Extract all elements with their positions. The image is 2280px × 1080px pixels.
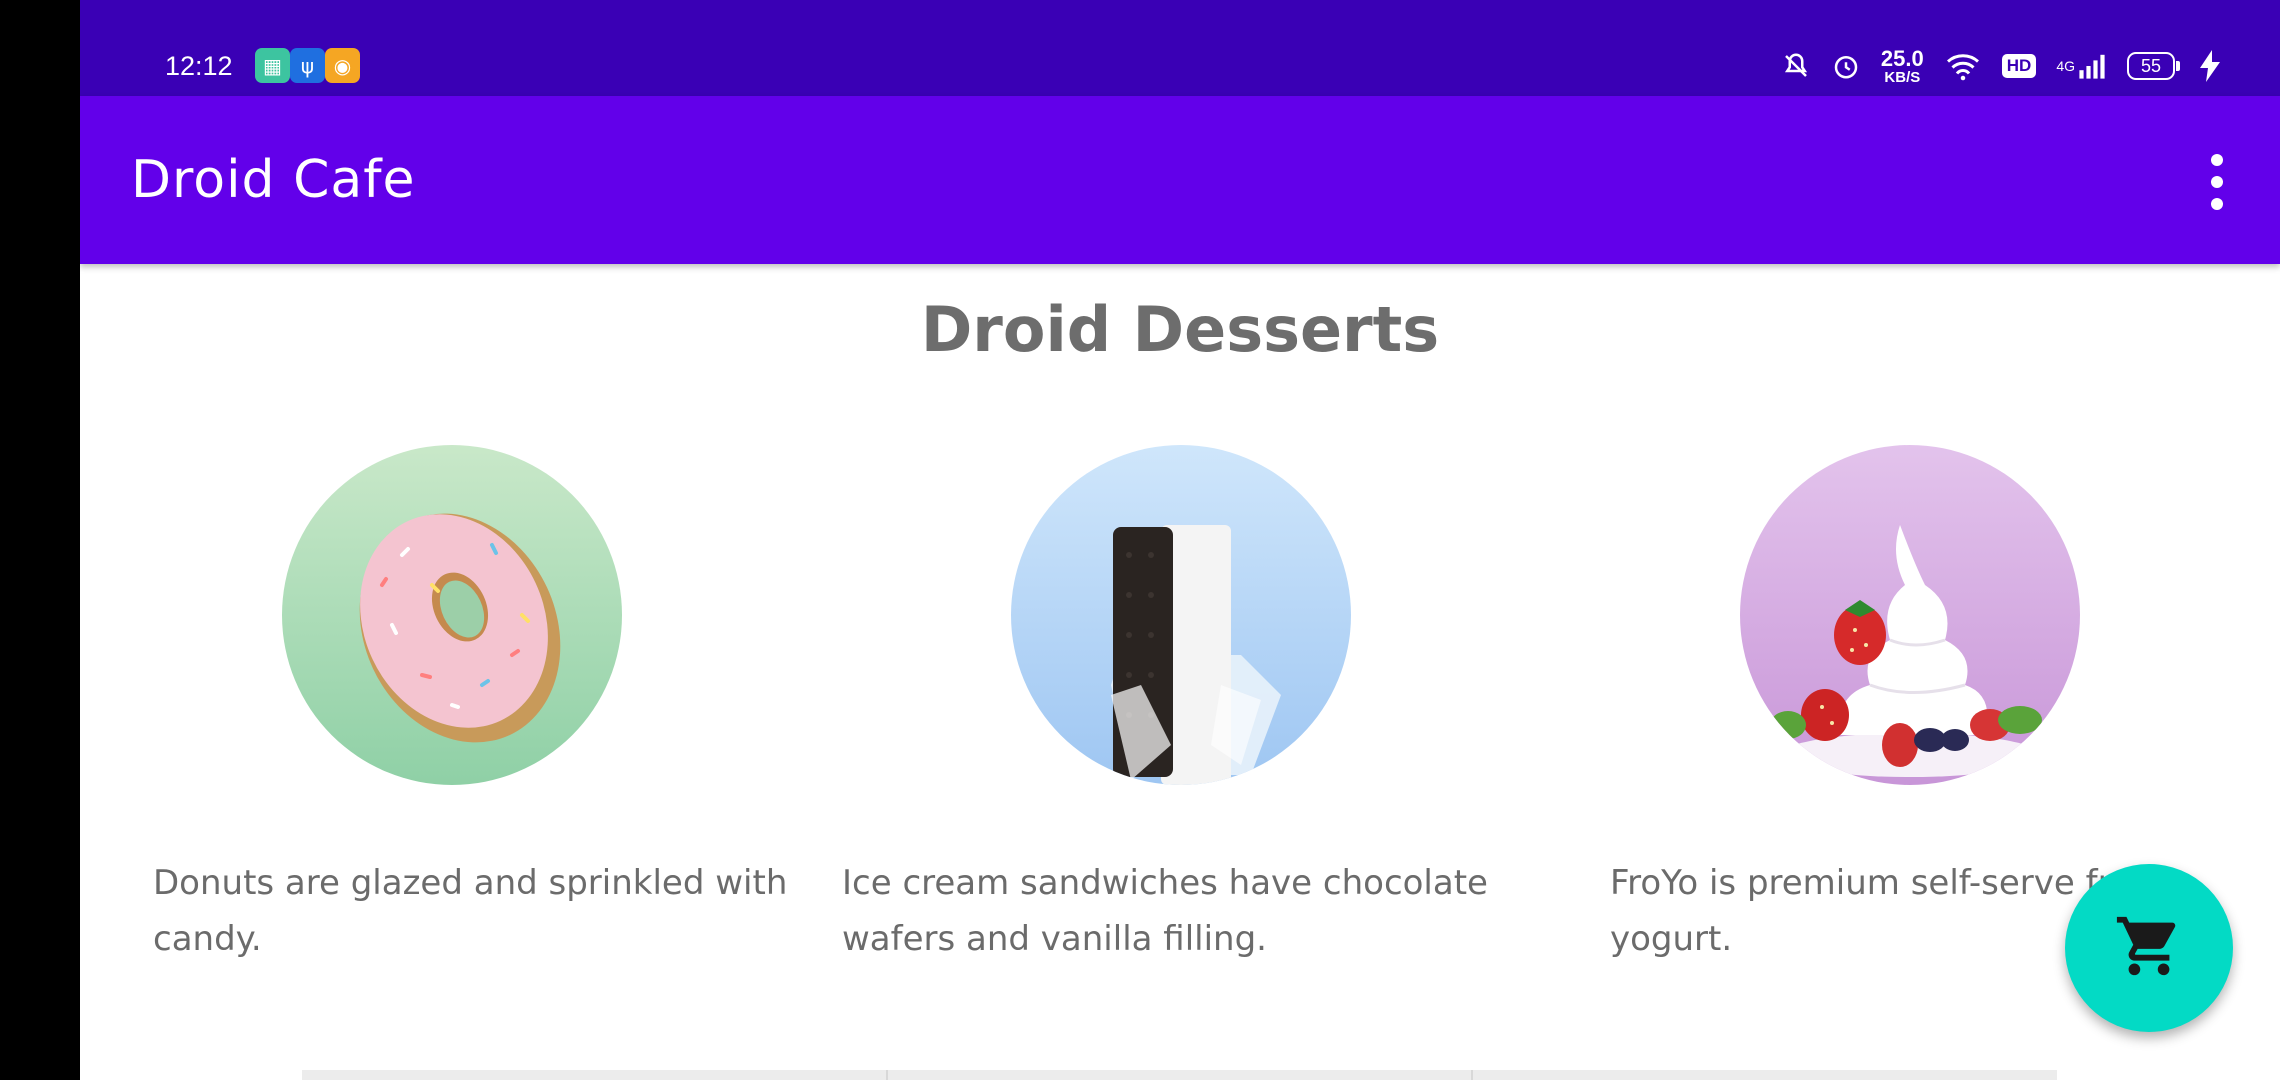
wifi-icon bbox=[1944, 51, 1982, 81]
ice-cream-sandwich-description: Ice cream sandwiches have chocolate wafe… bbox=[842, 863, 1488, 959]
overflow-menu-icon[interactable] bbox=[2202, 154, 2232, 210]
cat-app-icon: ◉ bbox=[325, 48, 360, 83]
bottom-item bbox=[888, 1070, 1474, 1080]
status-time: 12:12 bbox=[165, 51, 233, 81]
cell-signal-icon: 4G bbox=[2056, 52, 2107, 80]
network-speed: 25.0 KB/S bbox=[1880, 45, 1924, 86]
ice-cream-sandwich-image[interactable] bbox=[1011, 445, 1351, 785]
alarm-icon bbox=[1831, 51, 1861, 81]
status-bar: 12:12 ▦ ψ ◉ 25.0 KB/S HD 4G 55 bbox=[80, 0, 2280, 96]
usb-icon: ψ bbox=[290, 48, 325, 83]
page-title: Droid Desserts bbox=[920, 293, 1440, 366]
mute-bell-icon bbox=[1781, 51, 1811, 81]
donut-image[interactable] bbox=[282, 445, 622, 785]
hd-badge: HD bbox=[2001, 54, 2037, 78]
bottom-items-row bbox=[302, 1070, 2057, 1080]
bottom-item bbox=[302, 1070, 888, 1080]
app-bar: Droid Cafe bbox=[80, 96, 2280, 264]
charging-icon bbox=[2200, 50, 2220, 82]
bottom-item bbox=[1473, 1070, 2057, 1080]
app-notification-icon: ▦ bbox=[255, 48, 290, 83]
status-icons: 25.0 KB/S HD 4G 55 bbox=[1781, 42, 2220, 90]
app-title: Droid Cafe bbox=[131, 150, 416, 210]
froyo-image[interactable] bbox=[1740, 445, 2080, 785]
shopping-cart-icon bbox=[2114, 911, 2184, 985]
donut-description: Donuts are glazed and sprinkled with can… bbox=[153, 863, 788, 959]
battery-icon: 55 bbox=[2127, 52, 2180, 80]
shopping-cart-button[interactable] bbox=[2065, 864, 2233, 1032]
phone-screen: 12:12 ▦ ψ ◉ 25.0 KB/S HD 4G 55 Droid Caf… bbox=[80, 0, 2280, 1080]
